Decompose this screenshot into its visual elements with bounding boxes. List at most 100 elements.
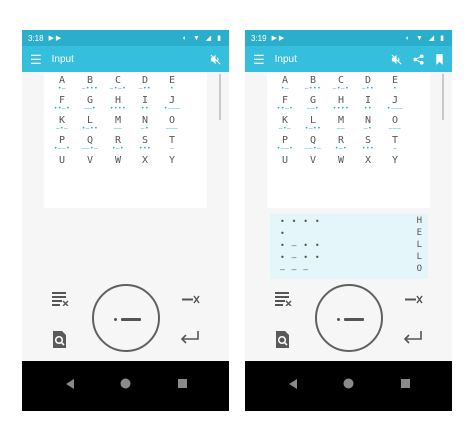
letter-key-n[interactable]: N —• xyxy=(358,115,378,132)
morse-code-label: —••• xyxy=(81,85,99,92)
morse-code-label: • xyxy=(169,85,175,92)
recents-square-icon[interactable] xyxy=(178,379,187,388)
letter-key-e[interactable]: E • xyxy=(162,75,182,92)
letter-key-r[interactable]: R •—• xyxy=(108,135,128,152)
morse-code-label: —• xyxy=(363,125,373,132)
morse-code-label: •——— xyxy=(163,105,181,112)
enter-arrow-icon[interactable] xyxy=(403,331,423,344)
letter-key-i[interactable]: I •• xyxy=(135,95,155,112)
letter-key-b[interactable]: B —••• xyxy=(303,75,323,92)
letter-key-y[interactable]: Y xyxy=(162,155,182,166)
output-code-line: — — — xyxy=(280,265,310,274)
recents-square-icon[interactable] xyxy=(401,379,410,388)
morse-key-icon[interactable] xyxy=(315,284,383,352)
letter-key-g[interactable]: G ——• xyxy=(80,95,100,112)
letter-key-b[interactable]: B —••• xyxy=(80,75,100,92)
letter-key-m[interactable]: M —— xyxy=(331,115,351,132)
letter-key-l[interactable]: L •—•• xyxy=(303,115,323,132)
letter-key-y[interactable]: Y xyxy=(385,155,405,166)
status-bar: 3:18 ▶ ▶ ◐ ▼ ◢ ▮ xyxy=(22,30,229,46)
letter-key-e[interactable]: E • xyxy=(385,75,405,92)
morse-keypad xyxy=(22,279,229,361)
output-letter: O xyxy=(416,264,422,274)
letter-key-p[interactable]: P •——• xyxy=(275,135,295,152)
letter-key-d[interactable]: D —•• xyxy=(135,75,155,92)
letter-key-x[interactable]: X xyxy=(358,155,378,166)
morse-alphabet-board: A •— B —••• C —•—• D —•• E • F ••—• G ——• H •••• I •• J •——… xyxy=(44,72,207,208)
scrollbar[interactable] xyxy=(442,74,444,120)
letter-key-t[interactable]: T — xyxy=(385,135,405,152)
clear-all-icon[interactable] xyxy=(275,291,292,306)
morse-code-label: ——• xyxy=(306,105,320,112)
letter-char: X xyxy=(141,155,149,166)
menu-icon[interactable]: ☰ xyxy=(30,53,42,66)
letter-key-h[interactable]: H •••• xyxy=(331,95,351,112)
enter-arrow-icon[interactable] xyxy=(180,331,200,344)
letter-key-i[interactable]: I •• xyxy=(358,95,378,112)
share-icon[interactable] xyxy=(413,53,424,65)
clear-all-icon[interactable] xyxy=(52,291,69,306)
morse-code-label: —— xyxy=(336,125,346,132)
morse-code-label: •—• xyxy=(334,145,348,152)
backspace-x-icon[interactable] xyxy=(405,295,423,304)
menu-icon[interactable]: ☰ xyxy=(253,53,265,66)
letter-key-r[interactable]: R •—• xyxy=(331,135,351,152)
dash-symbol xyxy=(344,318,364,321)
morse-key-icon[interactable] xyxy=(92,284,160,352)
file-search-icon[interactable] xyxy=(275,331,290,348)
output-letter: L xyxy=(416,252,422,262)
home-circle-icon[interactable] xyxy=(120,378,131,389)
letter-char: W xyxy=(114,155,122,166)
letter-key-q[interactable]: Q ——•— xyxy=(80,135,100,152)
letter-key-a[interactable]: A •— xyxy=(275,75,295,92)
letter-key-o[interactable]: O ——— xyxy=(385,115,405,132)
letter-key-f[interactable]: F ••—• xyxy=(275,95,295,112)
file-search-icon[interactable] xyxy=(52,331,67,348)
letter-key-o[interactable]: O ——— xyxy=(162,115,182,132)
letter-key-l[interactable]: L •—•• xyxy=(80,115,100,132)
output-code-line: • — • • xyxy=(280,253,321,262)
letter-key-x[interactable]: X xyxy=(135,155,155,166)
letter-key-m[interactable]: M —— xyxy=(108,115,128,132)
letter-key-k[interactable]: K —•— xyxy=(275,115,295,132)
sound-off-icon[interactable] xyxy=(391,54,402,65)
letter-key-c[interactable]: C —•—• xyxy=(108,75,128,92)
letter-key-u[interactable]: U xyxy=(275,155,295,166)
letter-key-u[interactable]: U xyxy=(52,155,72,166)
letter-key-w[interactable]: W xyxy=(331,155,351,166)
letter-key-k[interactable]: K —•— xyxy=(52,115,72,132)
letter-key-h[interactable]: H •••• xyxy=(108,95,128,112)
letter-key-j[interactable]: J •——— xyxy=(385,95,405,112)
morse-code-label: ——• xyxy=(83,105,97,112)
letter-key-j[interactable]: J •——— xyxy=(162,95,182,112)
letter-key-g[interactable]: G ——• xyxy=(303,95,323,112)
letter-key-v[interactable]: V xyxy=(80,155,100,166)
letter-key-t[interactable]: T — xyxy=(162,135,182,152)
letter-key-w[interactable]: W xyxy=(108,155,128,166)
back-triangle-icon[interactable] xyxy=(66,379,74,389)
letter-key-c[interactable]: C —•—• xyxy=(331,75,351,92)
morse-code-label: —••• xyxy=(304,85,322,92)
scrollbar[interactable] xyxy=(219,74,221,120)
home-circle-icon[interactable] xyxy=(343,378,354,389)
morse-code-label: •——• xyxy=(276,145,294,152)
back-triangle-icon[interactable] xyxy=(289,379,297,389)
letter-key-s[interactable]: S ••• xyxy=(358,135,378,152)
letter-key-f[interactable]: F ••—• xyxy=(52,95,72,112)
letter-key-q[interactable]: Q ——•— xyxy=(303,135,323,152)
backspace-x-icon[interactable] xyxy=(182,295,200,304)
letter-key-v[interactable]: V xyxy=(303,155,323,166)
letter-key-d[interactable]: D —•• xyxy=(358,75,378,92)
letter-key-a[interactable]: A •— xyxy=(52,75,72,92)
morse-code-label: ——•— xyxy=(81,145,99,152)
letter-key-p[interactable]: P •——• xyxy=(52,135,72,152)
status-time: 3:18 xyxy=(28,33,44,43)
letter-char: V xyxy=(309,155,317,166)
letter-key-n[interactable]: N —• xyxy=(135,115,155,132)
sound-off-icon[interactable] xyxy=(210,54,221,65)
letter-key-s[interactable]: S ••• xyxy=(135,135,155,152)
phone-screen-right: 3:19 ▶ ▶ ◐ ▼ ◢ ▮ ☰ Input A •— B —••• C —•—• D — xyxy=(245,30,452,411)
morse-code-label: —•— xyxy=(278,125,292,132)
bookmark-icon[interactable] xyxy=(435,53,444,65)
morse-code-label: •——• xyxy=(53,145,71,152)
